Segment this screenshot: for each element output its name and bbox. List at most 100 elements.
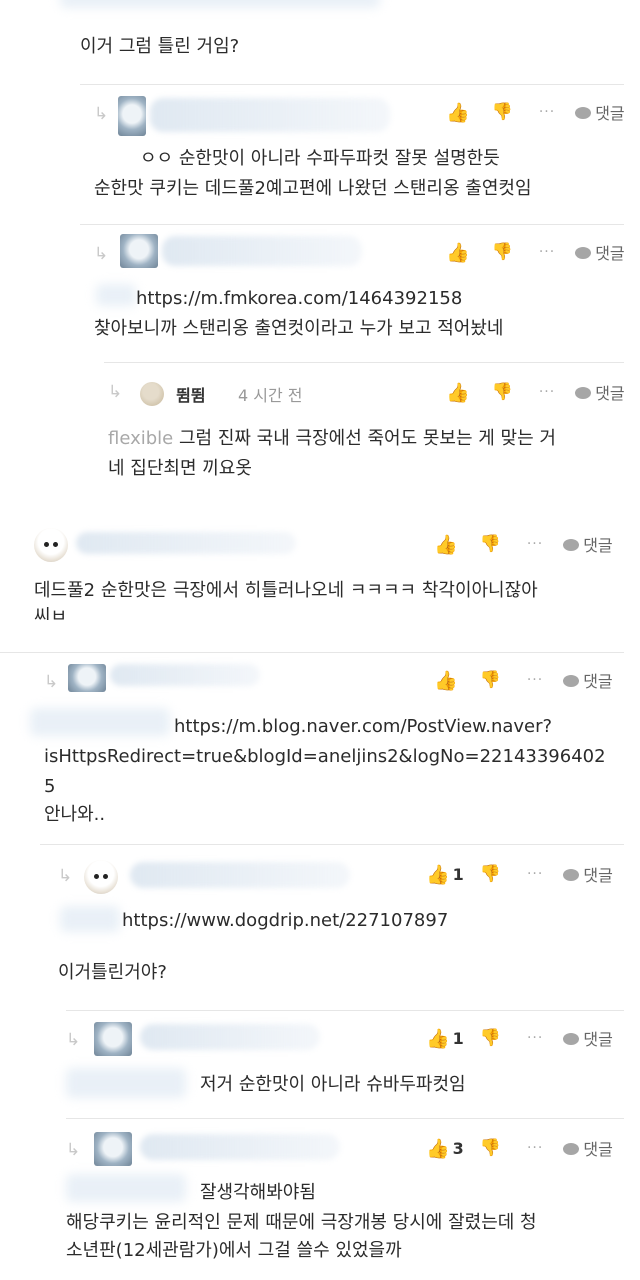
thumbs-down-icon[interactable]: 👎 [480, 1028, 501, 1048]
reply-arrow-icon: ↳ [58, 866, 73, 886]
reply-button[interactable]: 댓글 [563, 862, 613, 886]
reply-label: 댓글 [583, 1140, 613, 1159]
reply-arrow-icon: ↳ [66, 1030, 81, 1050]
redacted-username [76, 532, 296, 554]
reply-label: 댓글 [583, 536, 613, 555]
redacted-area [66, 1174, 186, 1202]
divider [80, 224, 624, 225]
comment-link[interactable]: isHttpsRedirect=true&blogId=aneljins2&lo… [44, 742, 606, 772]
comment-actions: 👍 👎 ··· 댓글 [446, 380, 625, 404]
comment-link[interactable]: https://www.dogdrip.net/227107897 [122, 906, 448, 936]
reply-label: 댓글 [583, 1030, 613, 1049]
reply-label: 댓글 [595, 244, 625, 263]
more-options-icon[interactable]: ··· [527, 866, 543, 882]
thumbs-up-icon[interactable]: 👍 [426, 1027, 450, 1050]
reply-button[interactable]: 댓글 [563, 532, 613, 556]
comment-actions: 👍 1 👎 ··· 댓글 [426, 862, 613, 886]
more-options-icon[interactable]: ··· [527, 1030, 543, 1046]
thumbs-down-icon[interactable]: 👎 [492, 102, 513, 122]
comment-actions: 👍 👎 ··· 댓글 [434, 668, 613, 692]
comment-link[interactable]: https://m.blog.naver.com/PostView.naver? [174, 712, 552, 742]
redacted-area [30, 708, 170, 736]
thumbs-down-icon[interactable]: 👎 [492, 382, 513, 402]
redacted-username [140, 1134, 340, 1160]
thumbs-up-icon[interactable]: 👍 [434, 669, 458, 692]
avatar[interactable] [94, 1132, 132, 1166]
comment-author[interactable]: 뜀뜀 [176, 382, 205, 406]
speech-bubble-icon [575, 387, 592, 399]
redacted-username [140, 1024, 320, 1050]
divider [80, 84, 624, 85]
comment-actions: 👍 3 👎 ··· 댓글 [426, 1136, 613, 1160]
comment-actions: 👍 👎 ··· 댓글 [446, 100, 625, 124]
more-options-icon[interactable]: ··· [539, 384, 555, 400]
thumbs-up-icon[interactable]: 👍 [446, 241, 470, 264]
avatar[interactable] [140, 382, 164, 406]
comment-text-line: 네 집단최면 끼요옷 [108, 458, 252, 479]
avatar[interactable] [118, 96, 146, 136]
comment-text: 그럼 진짜 국내 극장에선 죽어도 못보는 게 맞는 거 [178, 428, 556, 449]
redacted-area [60, 0, 380, 8]
reply-button[interactable]: 댓글 [563, 668, 613, 692]
divider [40, 844, 624, 845]
reply-label: 댓글 [583, 866, 613, 885]
divider [66, 1010, 624, 1011]
comment-text-line: 소년판(12세관람가)에서 그걸 쓸수 있었을까 [66, 1240, 402, 1261]
comment-text: 저거 순한맛이 아니라 슈바두파컷임 [200, 1074, 466, 1095]
reply-label: 댓글 [595, 104, 625, 123]
avatar[interactable] [94, 1022, 132, 1056]
comment-link[interactable]: https://m.fmkorea.com/1464392158 [136, 284, 462, 314]
thumbs-down-icon[interactable]: 👎 [480, 670, 501, 690]
speech-bubble-icon [563, 539, 580, 551]
redacted-username [150, 98, 390, 132]
speech-bubble-icon [575, 247, 592, 259]
comment-text-line: 이거틀린거야? [58, 962, 167, 983]
comment-actions: 👍 👎 ··· 댓글 [434, 532, 613, 556]
reply-button[interactable]: 댓글 [575, 100, 625, 124]
comment-text-line: 해당쿠키는 윤리적인 문제 때문에 극장개봉 당시에 잘렸는데 청 [66, 1212, 537, 1233]
comment-link[interactable]: 5 [44, 772, 55, 802]
avatar[interactable] [68, 664, 106, 692]
reply-button[interactable]: 댓글 [575, 380, 625, 404]
thumbs-up-icon[interactable]: 👍 [446, 381, 470, 404]
more-options-icon[interactable]: ··· [527, 1140, 543, 1156]
redacted-username [110, 664, 260, 686]
avatar[interactable] [120, 234, 158, 268]
more-options-icon[interactable]: ··· [539, 244, 555, 260]
speech-bubble-icon [575, 107, 592, 119]
reply-arrow-icon: ↳ [66, 1140, 81, 1160]
thumbs-up-icon[interactable]: 👍 [434, 533, 458, 556]
redacted-username [130, 862, 350, 888]
comment-text-line: 순한맛 쿠키는 데드풀2예고편에 나왔던 스탠리옹 출연컷임 [94, 178, 532, 199]
reply-arrow-icon: ↳ [44, 672, 59, 692]
more-options-icon[interactable]: ··· [527, 536, 543, 552]
more-options-icon[interactable]: ··· [527, 672, 543, 688]
comment-actions: 👍 👎 ··· 댓글 [446, 240, 625, 264]
avatar[interactable] [34, 528, 68, 562]
thumbs-up-icon[interactable]: 👍 [426, 863, 450, 886]
reply-button[interactable]: 댓글 [575, 240, 625, 264]
thumbs-down-icon[interactable]: 👎 [480, 1138, 501, 1158]
speech-bubble-icon [563, 1143, 580, 1155]
comment-text: 이거 그럼 틀린 거임? [80, 36, 240, 57]
speech-bubble-icon [563, 1033, 580, 1045]
redacted-area [66, 1068, 186, 1098]
flair-tag: flexible [108, 428, 174, 449]
comment-text-line: flexible 그럼 진짜 국내 극장에선 죽어도 못보는 게 맞는 거 [108, 424, 556, 454]
thumbs-up-icon[interactable]: 👍 [446, 101, 470, 124]
thumbs-down-icon[interactable]: 👎 [492, 242, 513, 262]
more-options-icon[interactable]: ··· [539, 104, 555, 120]
reply-button[interactable]: 댓글 [563, 1136, 613, 1160]
comment-text-line: 잘생각해봐야됨 [200, 1182, 316, 1203]
reply-button[interactable]: 댓글 [563, 1026, 613, 1050]
divider [0, 652, 624, 653]
thumbs-down-icon[interactable]: 👎 [480, 534, 501, 554]
comment-text-line: 씨ㅂ [34, 606, 68, 620]
like-count: 1 [452, 864, 464, 884]
thumbs-down-icon[interactable]: 👎 [480, 864, 501, 884]
reply-arrow-icon: ↳ [108, 382, 123, 402]
thumbs-up-icon[interactable]: 👍 [426, 1137, 450, 1160]
reply-arrow-icon: ↳ [94, 104, 109, 124]
avatar[interactable] [84, 860, 118, 894]
redacted-area [96, 284, 136, 306]
